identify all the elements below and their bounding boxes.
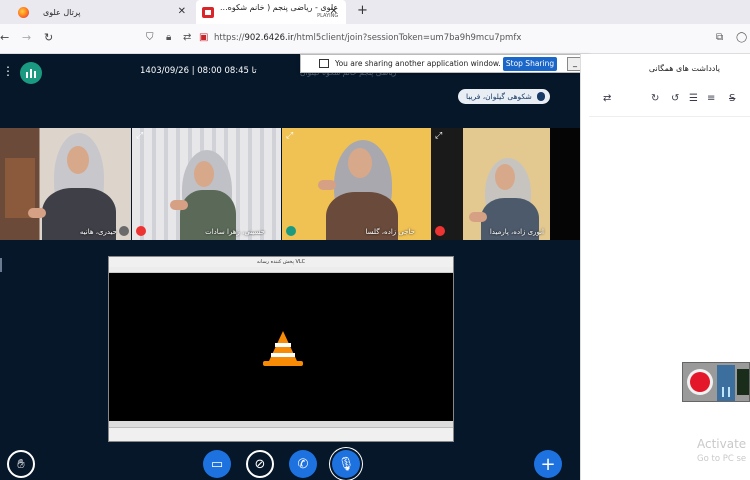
browser-tab-classroom[interactable]: علوی - ریاضی پنجم ( خانم شکوه... PLAYING… <box>196 0 346 24</box>
sharing-notice-text: You are sharing another application wind… <box>335 59 501 68</box>
back-arrow-icon[interactable]: ← <box>0 31 9 44</box>
camera-off-icon: ⊘ <box>254 456 266 472</box>
raise-hand-button[interactable]: ✋︎ <box>7 450 35 478</box>
microphone-icon <box>536 92 545 101</box>
pause-icon[interactable] <box>722 387 730 397</box>
close-tab-icon[interactable]: ✕ <box>178 6 186 17</box>
tab-title: علوی - ریاضی پنجم ( خانم شکوه... <box>220 3 339 12</box>
swap-direction-icon[interactable]: ⇄ <box>603 93 611 104</box>
screenshare-view[interactable]: پخش کننده رسانه VLC <box>108 256 454 442</box>
record-button[interactable] <box>687 369 713 395</box>
webcam-button[interactable]: ⊘ <box>246 450 274 478</box>
tab-title: پرتال علوی <box>43 7 81 17</box>
activation-watermark-title: Activate <box>697 437 747 451</box>
share-screen-button[interactable]: ▭ <box>203 450 231 478</box>
forward-arrow-icon[interactable]: → <box>22 31 31 44</box>
webcam-username: حسینی، زهرا سادات <box>205 228 265 236</box>
screen: پرتال علوی ✕ علوی - ریاضی پنجم ( خانم شک… <box>0 0 750 480</box>
ordered-list-icon[interactable]: ☰ <box>689 93 698 104</box>
talking-indicator[interactable]: شکوهی گیلوان، فریبا <box>458 89 550 104</box>
app-logo-icon[interactable] <box>20 62 42 84</box>
vlc-controls-bar <box>109 427 453 441</box>
microphone-icon: 🎙︎ <box>337 456 355 472</box>
toolbar-divider <box>589 116 750 117</box>
lock-icon[interactable]: 🔒︎ <box>166 32 171 43</box>
tab-playing-label: PLAYING <box>317 13 339 19</box>
close-tab-icon[interactable]: ✕ <box>330 6 338 17</box>
strikethrough-icon[interactable]: S <box>729 93 735 104</box>
webcam-tile[interactable]: ⤢ حسینی، زهرا سادات <box>132 128 281 240</box>
phone-icon: ✆ <box>297 456 309 472</box>
page-action-icon[interactable]: ⧉ <box>716 32 723 43</box>
shield-icon[interactable]: ⛉ <box>146 32 154 43</box>
screenshare-window-title: پخش کننده رسانه VLC <box>109 257 453 267</box>
url-field[interactable]: https://902.6426.ir/html5client/join?ses… <box>214 33 521 43</box>
permissions-icon[interactable]: ⇄ <box>183 32 191 43</box>
redo-icon[interactable]: ↻ <box>651 93 659 104</box>
mute-microphone-button[interactable]: 🎙︎ <box>332 450 360 478</box>
expand-icon[interactable]: ⤢ <box>435 131 445 141</box>
actions-plus-button[interactable]: + <box>534 450 562 478</box>
webcam-username: حیدری، هانیه <box>79 228 117 236</box>
mic-status-icon <box>286 226 296 236</box>
mic-muted-icon <box>435 226 445 236</box>
vlc-menu-bar <box>109 267 453 273</box>
account-icon[interactable]: ◯ <box>736 32 747 43</box>
webcam-tile[interactable]: ⤢ حاجی زاده، گلسا <box>282 128 431 240</box>
talking-user-name: شکوهی گیلوان، فریبا <box>466 92 532 101</box>
screen-recorder-widget <box>682 362 750 402</box>
stop-sharing-button[interactable]: Stop Sharing <box>503 57 557 71</box>
browser-navigation-bar: ← → ↻ ⛉ 🔒︎ ⇄ ▣ https://902.6426.ir/html5… <box>0 24 750 54</box>
leave-audio-button[interactable]: ✆ <box>289 450 317 478</box>
options-menu-icon[interactable]: ⋮ <box>2 64 14 78</box>
userlist-toggle-edge[interactable] <box>0 258 2 272</box>
meeting-title: 1403/09/26 | 08:00 تا 08:45 <box>140 66 257 76</box>
webcam-tile[interactable]: ⤢ انوری زاده، پارمیدا <box>431 128 550 240</box>
webcam-tile[interactable]: حیدری، هانیه <box>0 128 131 240</box>
screen-share-indicator-icon[interactable]: ▣ <box>199 32 208 43</box>
webcam-username: حاجی زاده، گلسا <box>365 228 415 236</box>
notes-toolbar: ⇄ ↻ ↺ ☰ ≡ S <box>581 88 750 110</box>
hand-icon: ✋︎ <box>17 456 25 472</box>
recorder-status-icon <box>737 369 749 395</box>
reload-icon[interactable]: ↻ <box>44 31 53 44</box>
window-share-icon <box>319 59 329 68</box>
sharing-notification-bar: You are sharing another application wind… <box>300 54 590 73</box>
screen-icon: ▭ <box>210 456 224 472</box>
webcam-username: انوری زاده، پارمیدا <box>489 228 544 236</box>
shared-notes-panel: یادداشت های همگانی ⇄ ↻ ↺ ☰ ≡ S <box>580 54 750 480</box>
new-tab-plus-icon[interactable]: + <box>357 3 368 18</box>
plus-icon: + <box>540 453 556 475</box>
expand-icon[interactable]: ⤢ <box>136 131 146 141</box>
browser-tab-strip: پرتال علوی ✕ علوی - ریاضی پنجم ( خانم شک… <box>0 0 750 24</box>
mic-status-icon <box>119 226 129 236</box>
recorder-controls <box>717 365 735 401</box>
firefox-icon <box>18 6 29 18</box>
expand-icon[interactable]: ⤢ <box>286 131 296 141</box>
webcam-tile-partial[interactable] <box>550 128 580 240</box>
panel-title: یادداشت های همگانی <box>648 64 720 73</box>
mic-muted-icon <box>136 226 146 236</box>
undo-icon[interactable]: ↺ <box>671 93 679 104</box>
bigbluebutton-favicon-icon <box>202 6 214 18</box>
bulleted-list-icon[interactable]: ≡ <box>707 93 715 104</box>
browser-tab-portal[interactable]: پرتال علوی ✕ <box>14 0 194 24</box>
activation-watermark-sub: Go to PC se <box>697 454 747 464</box>
tab-title-group: علوی - ریاضی پنجم ( خانم شکوه... PLAYING <box>220 3 338 21</box>
